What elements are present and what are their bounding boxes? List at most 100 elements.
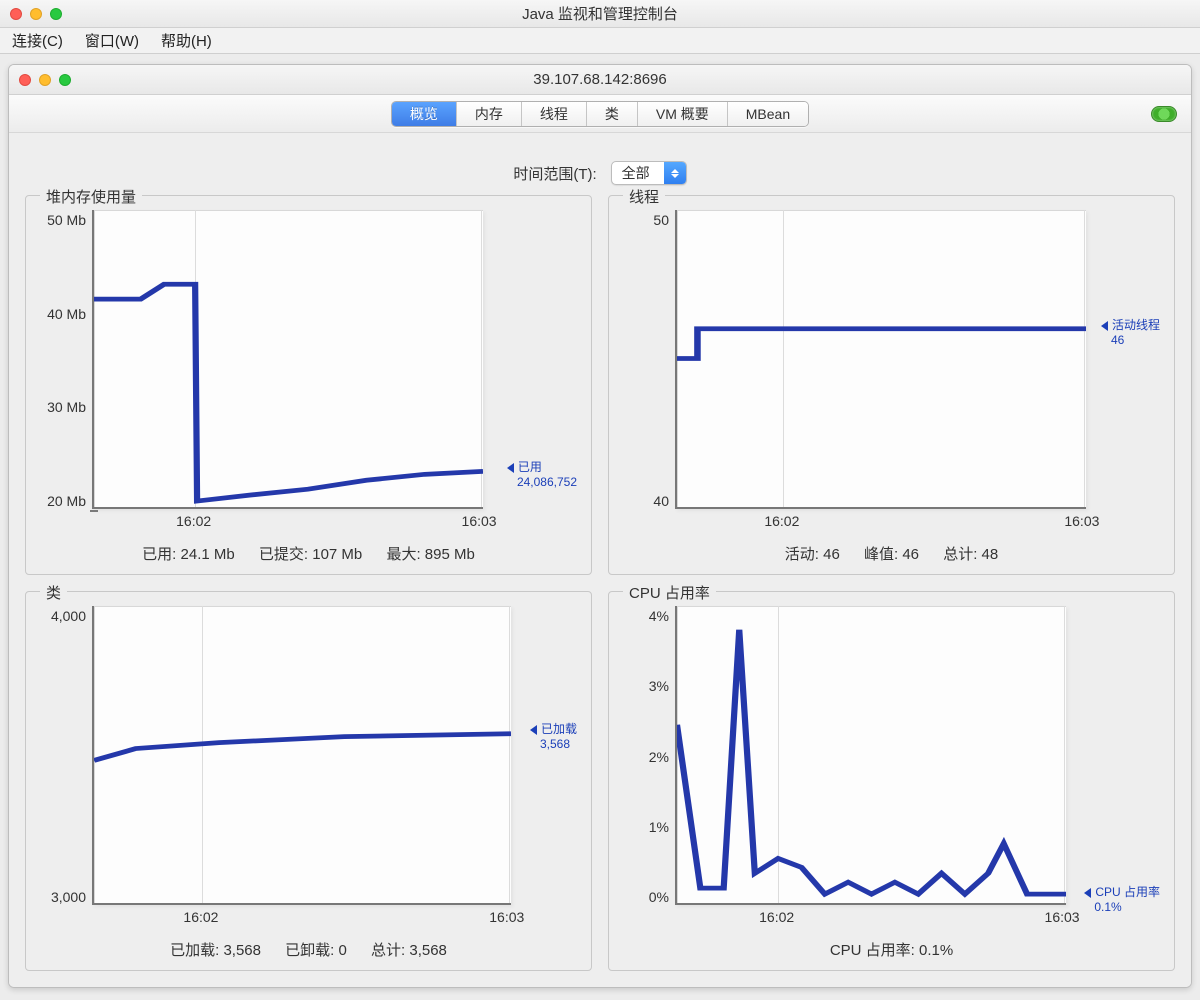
x-tick: 16:03 (462, 513, 497, 529)
time-range-value: 全部 (612, 163, 664, 183)
tabbar-row: 概览 内存 线程 类 VM 概要 MBean (9, 95, 1191, 133)
y-axis: 50 Mb 40 Mb 30 Mb 20 Mb (36, 210, 92, 535)
y-tick: 40 Mb (47, 306, 86, 322)
minimize-icon[interactable] (39, 74, 51, 86)
plot-area (92, 606, 511, 905)
tab-overview[interactable]: 概览 (392, 102, 457, 126)
summary-item: 已用: 24.1 Mb (142, 546, 235, 563)
y-tick: 4% (649, 608, 669, 624)
chart-annotation: 已加载 3,568 (530, 722, 577, 752)
x-tick: 16:03 (1064, 513, 1099, 529)
time-range-label: 时间范围(T): (513, 163, 596, 184)
arrow-left-icon (530, 725, 537, 735)
minimize-icon[interactable] (30, 8, 42, 20)
y-tick: 1% (649, 819, 669, 835)
panel-title: 堆内存使用量 (40, 186, 142, 207)
classes-summary: 已加载: 3,568 已卸载: 0 总计: 3,568 (36, 931, 581, 962)
time-range-row: 时间范围(T): 全部 (25, 151, 1175, 195)
panel-title: 线程 (623, 186, 665, 207)
panel-heap: 堆内存使用量 50 Mb 40 Mb 30 Mb 20 Mb (25, 195, 592, 575)
threads-summary: 活动: 46 峰值: 46 总计: 48 (619, 535, 1164, 566)
panel-cpu: CPU 占用率 4% 3% 2% 1% 0% (608, 591, 1175, 971)
y-tick: 3% (649, 678, 669, 694)
cpu-chart[interactable]: 4% 3% 2% 1% 0% (619, 606, 1164, 931)
arrow-left-icon (1084, 888, 1091, 898)
y-tick: 3,000 (51, 889, 86, 905)
tab-memory[interactable]: 内存 (457, 102, 522, 126)
plot-area (675, 606, 1066, 905)
arrow-left-icon (1101, 321, 1108, 331)
summary-item: 总计: 48 (943, 546, 998, 563)
y-axis: 4% 3% 2% 1% 0% (619, 606, 675, 931)
x-axis: 16:02 16:03 (675, 909, 1066, 931)
y-tick: 50 (653, 212, 669, 228)
outer-titlebar[interactable]: Java 监视和管理控制台 (0, 0, 1200, 28)
classes-chart[interactable]: 4,000 3,000 (36, 606, 581, 931)
y-axis: 50 40 (619, 210, 675, 535)
panel-threads: 线程 50 40 (608, 195, 1175, 575)
zoom-icon[interactable] (59, 74, 71, 86)
panel-title: CPU 占用率 (623, 582, 716, 603)
panel-title: 类 (40, 582, 67, 603)
close-icon[interactable] (19, 74, 31, 86)
tab-classes[interactable]: 类 (587, 102, 638, 126)
inner-window: 39.107.68.142:8696 概览 内存 线程 类 VM 概要 MBea… (8, 64, 1192, 988)
tab-threads[interactable]: 线程 (522, 102, 587, 126)
x-tick: 16:02 (759, 909, 794, 925)
body: 时间范围(T): 全部 堆内存使用量 50 Mb 40 Mb (9, 133, 1191, 987)
tab-mbean[interactable]: MBean (728, 102, 808, 126)
y-tick: 2% (649, 749, 669, 765)
menu-help[interactable]: 帮助(H) (161, 30, 212, 51)
cpu-summary: CPU 占用率: 0.1% (619, 931, 1164, 962)
summary-item: 已加载: 3,568 (170, 942, 261, 959)
x-tick: 16:03 (489, 909, 524, 925)
summary-item: 已卸载: 0 (285, 942, 347, 959)
tab-vmsummary[interactable]: VM 概要 (638, 102, 728, 126)
y-tick: 40 (653, 493, 669, 509)
chart-annotation: CPU 占用率 0.1% (1084, 885, 1160, 915)
y-tick: 4,000 (51, 608, 86, 624)
summary-item: 已提交: 107 Mb (259, 546, 362, 563)
plot-area (92, 210, 483, 509)
x-tick: 16:02 (183, 909, 218, 925)
summary-item: 峰值: 46 (864, 546, 919, 563)
x-tick: 16:02 (764, 513, 799, 529)
tabbar: 概览 内存 线程 类 VM 概要 MBean (391, 101, 809, 127)
close-icon[interactable] (10, 8, 22, 20)
threads-chart[interactable]: 50 40 1 (619, 210, 1164, 535)
inner-titlebar[interactable]: 39.107.68.142:8696 (9, 65, 1191, 95)
chart-annotation: 已用 24,086,752 (507, 460, 577, 490)
y-axis: 4,000 3,000 (36, 606, 92, 931)
inner-traffic-lights (19, 74, 71, 86)
menubar: 连接(C) 窗口(W) 帮助(H) (0, 28, 1200, 54)
x-axis: 16:02 16:03 (92, 513, 483, 535)
charts-grid: 堆内存使用量 50 Mb 40 Mb 30 Mb 20 Mb (25, 195, 1175, 987)
x-axis: 16:02 16:03 (92, 909, 511, 931)
y-tick: 30 Mb (47, 399, 86, 415)
y-tick: 20 Mb (47, 493, 86, 509)
traffic-lights (10, 8, 62, 20)
y-tick: 0% (649, 889, 669, 905)
x-axis: 16:02 16:03 (675, 513, 1086, 535)
heap-chart[interactable]: 50 Mb 40 Mb 30 Mb 20 Mb (36, 210, 581, 535)
summary-item: 最大: 895 Mb (386, 546, 474, 563)
menu-window[interactable]: 窗口(W) (85, 30, 139, 51)
connection-status-icon[interactable] (1151, 106, 1177, 122)
dropdown-icon (664, 162, 686, 184)
time-range-select[interactable]: 全部 (611, 161, 687, 185)
heap-summary: 已用: 24.1 Mb 已提交: 107 Mb 最大: 895 Mb (36, 535, 581, 566)
summary-item: 活动: 46 (785, 546, 840, 563)
summary-item: 总计: 3,568 (371, 942, 447, 959)
arrow-left-icon (507, 463, 514, 473)
zoom-icon[interactable] (50, 8, 62, 20)
x-tick: 16:03 (1045, 909, 1080, 925)
y-tick: 50 Mb (47, 212, 86, 228)
outer-window: Java 监视和管理控制台 连接(C) 窗口(W) 帮助(H) 39.107.6… (0, 0, 1200, 1000)
summary-item: CPU 占用率: 0.1% (830, 942, 953, 959)
menu-connection[interactable]: 连接(C) (12, 30, 63, 51)
inner-window-title: 39.107.68.142:8696 (9, 71, 1191, 88)
plot-area (675, 210, 1086, 509)
outer-window-title: Java 监视和管理控制台 (0, 3, 1200, 24)
panel-classes: 类 4,000 3,000 (25, 591, 592, 971)
x-tick: 16:02 (176, 513, 211, 529)
